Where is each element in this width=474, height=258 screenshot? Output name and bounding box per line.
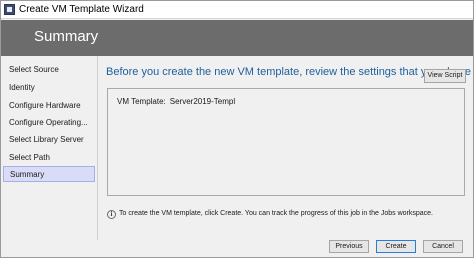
cancel-button[interactable]: Cancel bbox=[423, 240, 463, 253]
vm-template-label: VM Template: bbox=[117, 97, 166, 106]
sidebar-item-identity[interactable]: Identity bbox=[3, 80, 95, 96]
sidebar-item-summary[interactable]: Summary bbox=[3, 166, 95, 182]
sidebar-item-select-library-server[interactable]: Select Library Server bbox=[3, 132, 95, 148]
sidebar-item-configure-hardware[interactable]: Configure Hardware bbox=[3, 98, 95, 114]
summary-settings-box: VM Template: Server2019-Templ bbox=[107, 88, 465, 196]
create-button[interactable]: Create bbox=[376, 240, 416, 253]
page-header: Summary bbox=[1, 20, 473, 56]
wizard-steps-sidebar: Select Source Identity Configure Hardwar… bbox=[1, 56, 97, 240]
page-title: Summary bbox=[34, 28, 99, 45]
info-circle-icon: i bbox=[107, 210, 116, 219]
title-bar: Create VM Template Wizard bbox=[1, 1, 473, 19]
info-message: To create the VM template, click Create.… bbox=[119, 210, 433, 217]
sidebar-item-select-path[interactable]: Select Path bbox=[3, 150, 95, 166]
sidebar-item-select-source[interactable]: Select Source bbox=[3, 62, 95, 78]
view-script-button[interactable]: View Script bbox=[424, 69, 466, 83]
vm-template-value: Server2019-Templ bbox=[169, 97, 236, 106]
sidebar-item-configure-operating[interactable]: Configure Operating... bbox=[3, 115, 95, 131]
sidebar-divider bbox=[97, 56, 98, 240]
window-title: Create VM Template Wizard bbox=[19, 4, 144, 15]
wizard-window: Create VM Template Wizard Summary Select… bbox=[0, 0, 474, 258]
vmm-app-icon bbox=[4, 4, 15, 15]
previous-button[interactable]: Previous bbox=[329, 240, 369, 253]
summary-entry: VM Template: Server2019-Templ bbox=[117, 97, 235, 106]
summary-heading: Before you create the new VM template, r… bbox=[106, 66, 472, 78]
